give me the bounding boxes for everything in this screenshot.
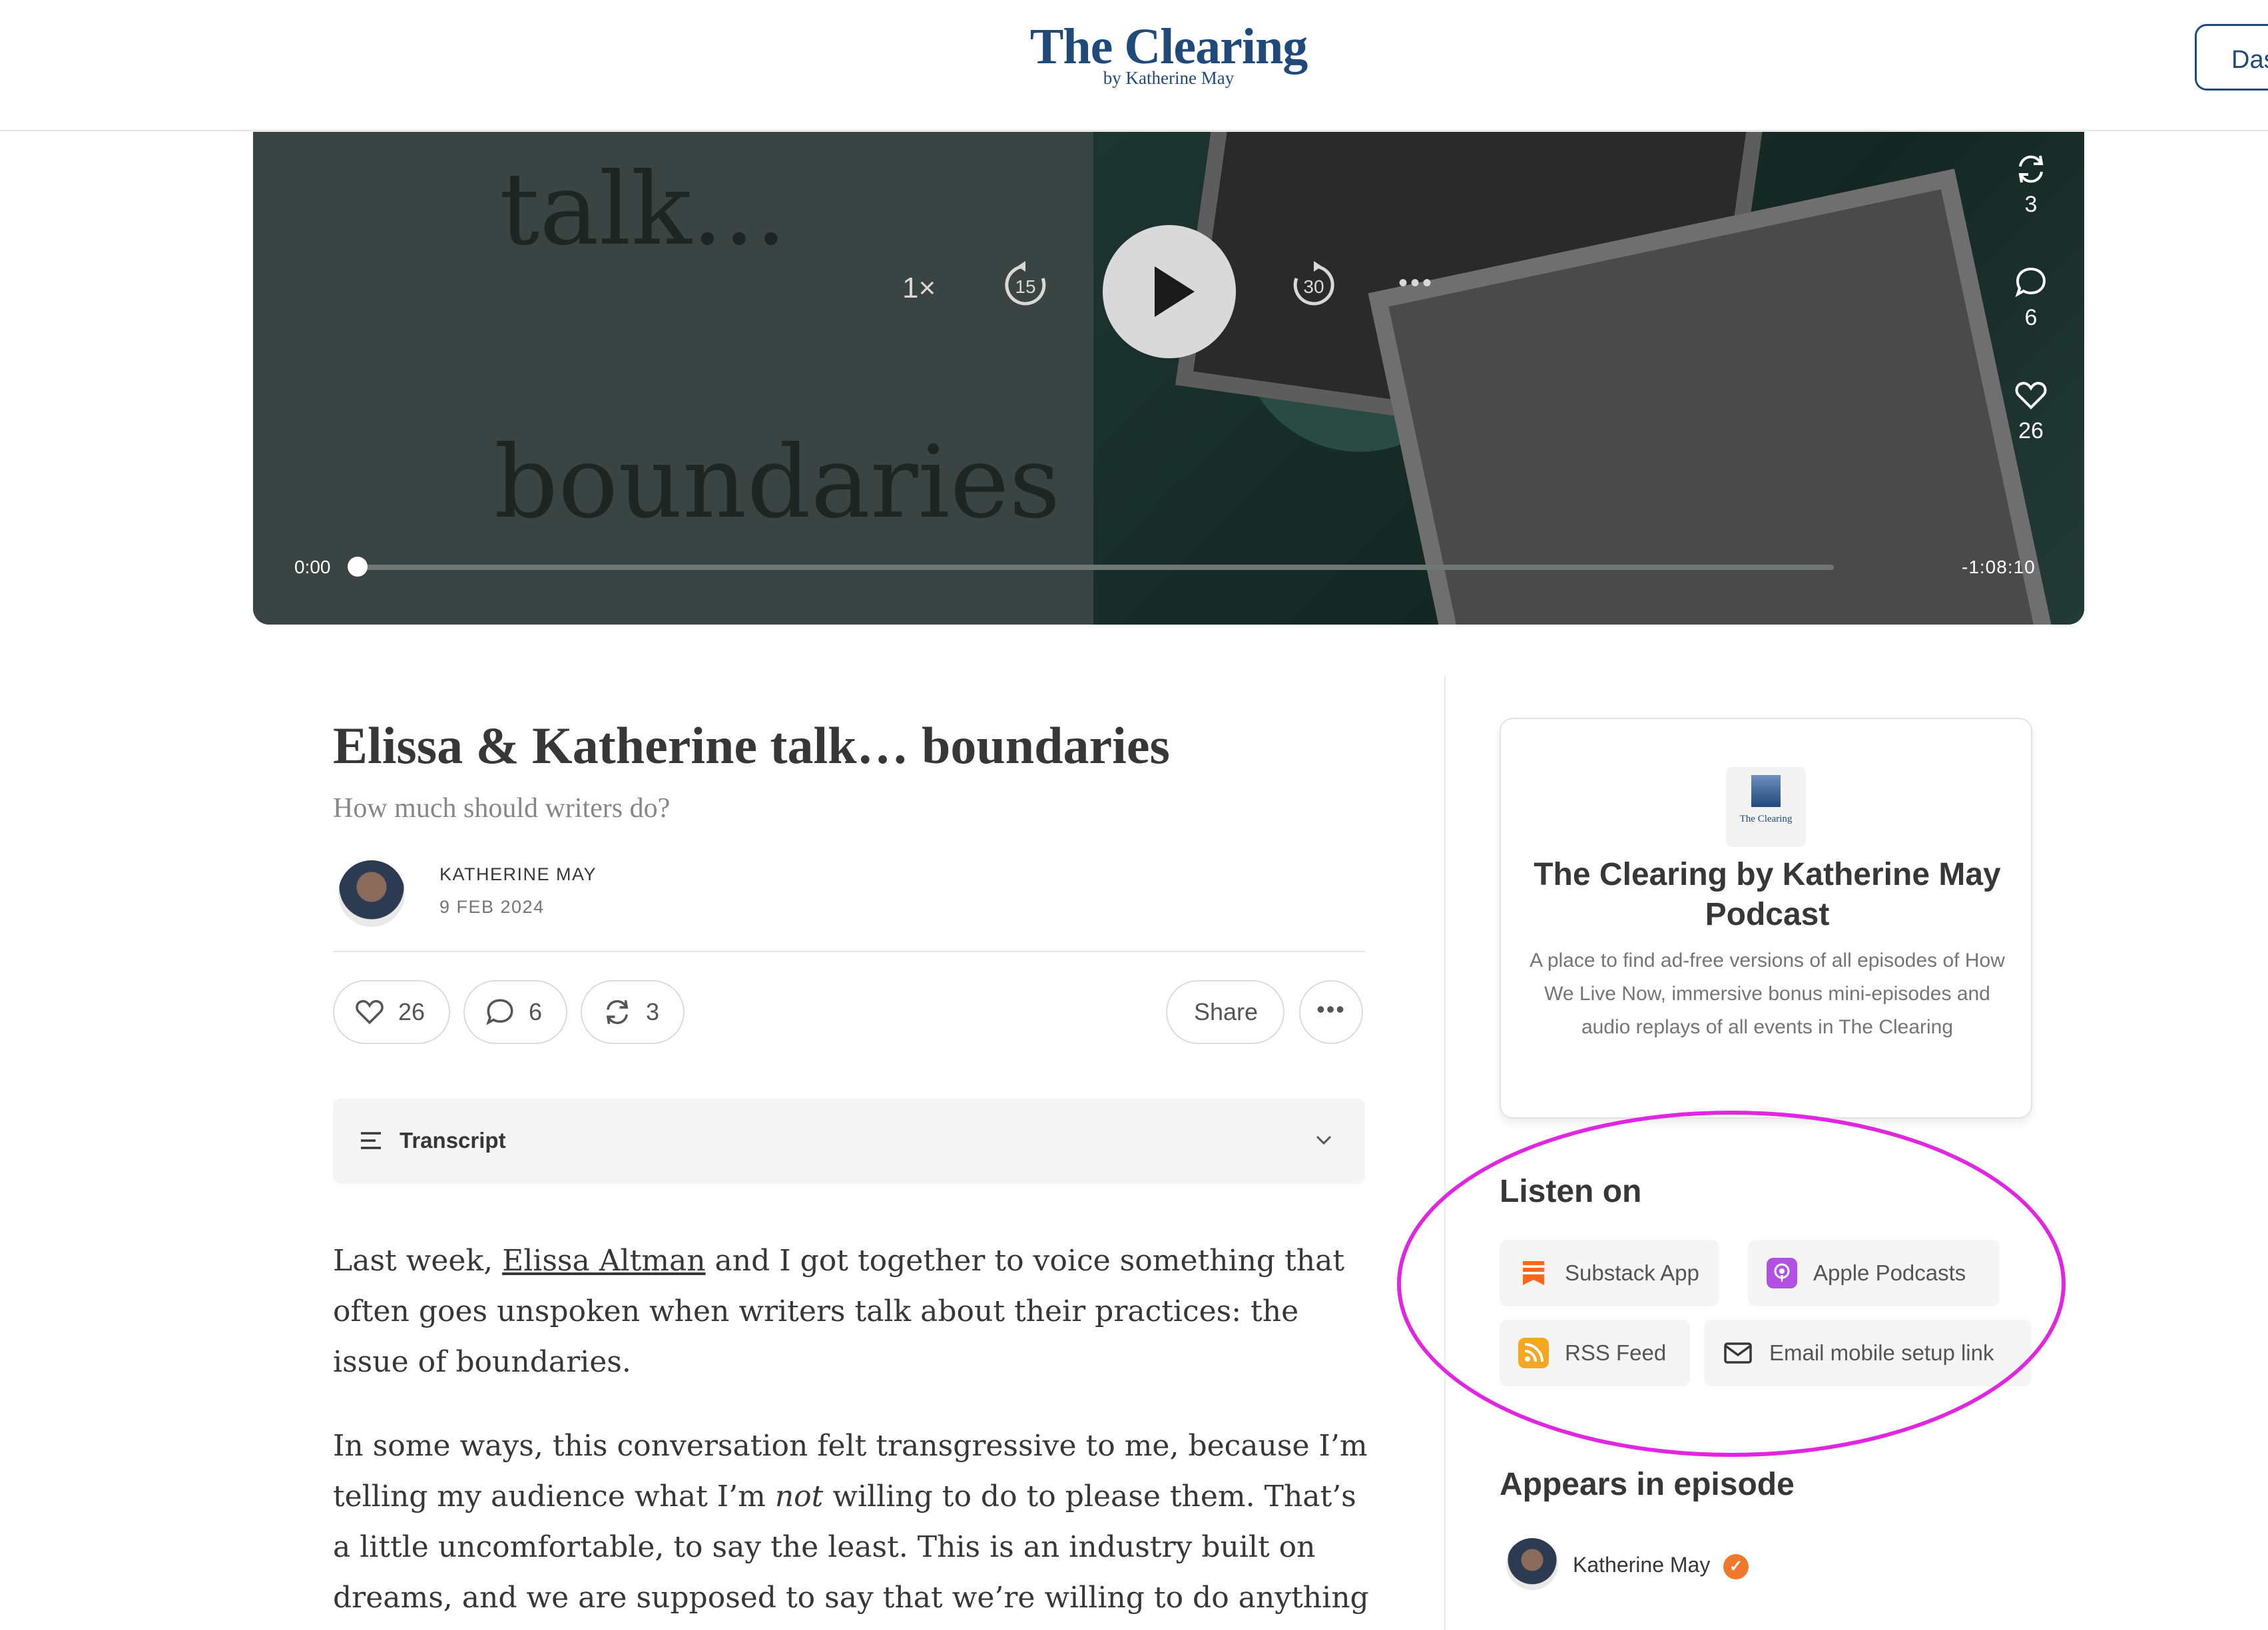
player-comment-count: 6 [2024,305,2038,330]
p1-start: Last week, [333,1244,503,1278]
post-date: 9 FEB 2024 [439,897,545,917]
restack-button[interactable]: 3 [581,980,685,1044]
restack-count: 3 [646,998,660,1025]
paragraph-1: Last week, Elissa Altman and I got toget… [333,1236,1372,1388]
heart-icon [2015,382,2047,409]
publication-logo[interactable]: The Clearing by Katherine May [1025,20,1312,89]
comment-button[interactable]: 6 [463,980,567,1044]
sidebar-divider [1444,676,1446,1630]
transcript-label: Transcript [400,1128,506,1153]
podcast-logo-text: The Clearing [1739,814,1793,824]
time-elapsed: 0:00 [294,557,331,577]
progress-knob[interactable] [348,557,368,577]
author-name[interactable]: KATHERINE MAY [439,864,597,885]
share-label: Share [1194,998,1259,1025]
post-subtitle: How much should writers do? [333,793,671,824]
logo-title: The Clearing [1029,19,1308,75]
podcast-card[interactable]: The Clearing The Clearing by Katherine M… [1500,718,2032,1119]
like-button[interactable]: 26 [333,980,450,1044]
player-restack-button[interactable]: 3 [1998,152,2064,218]
guest-name[interactable]: Katherine May [1573,1553,1710,1577]
podcast-description: A place to find ad-free versions of all … [1530,950,2005,1038]
progress-bar[interactable] [348,557,1834,577]
podcast-title: The Clearing by Katherine May Podcast [1534,857,2001,932]
dashboard-button[interactable]: Das [2195,24,2268,91]
player-more-button[interactable]: ••• [1398,268,1434,298]
player-like-button[interactable]: 26 [1998,378,2064,444]
player-restack-count: 3 [2024,192,2038,217]
cover-text-bottom: boundaries [494,425,1061,541]
comment-icon [2015,267,2046,298]
podcast-logo: The Clearing [1726,767,1806,847]
play-icon [1155,266,1195,317]
forward-seconds: 30 [1303,276,1324,297]
comment-icon [486,999,513,1025]
like-count: 26 [398,998,425,1025]
paragraph-2: In some ways, this conversation felt tra… [333,1421,1372,1630]
post-title: Elissa & Katherine talk… boundaries [333,716,1170,774]
time-remaining: -1:08:10 [1962,557,2036,577]
p2-emphasis: not [774,1480,824,1513]
highlight-annotation [1397,1111,2066,1457]
cover-text-top: talk... [499,152,787,268]
audio-player: talk... boundaries 1× 15 30 ••• 3 6 26 0… [253,132,2084,625]
chevron-down-icon [1316,1135,1332,1145]
author-avatar[interactable] [338,860,405,927]
podcast-logo-image [1751,775,1781,807]
top-bar: The Clearing by Katherine May Das [0,0,2268,131]
play-button[interactable] [1103,225,1236,358]
verified-icon: ✓ [1723,1554,1749,1579]
forward-30-icon[interactable]: 30 [1287,258,1340,312]
share-button[interactable]: Share [1166,980,1284,1044]
more-options-button[interactable]: ••• [1299,980,1363,1044]
transcript-toggle[interactable]: Transcript [333,1099,1365,1184]
repeat-icon [2018,155,2044,183]
player-like-count: 26 [2018,418,2044,443]
elissa-altman-link[interactable]: Elissa Altman [502,1244,705,1278]
comment-count: 6 [529,998,543,1025]
playback-speed-button[interactable]: 1× [902,272,936,305]
guest-avatar[interactable] [1506,1538,1558,1590]
rewind-seconds: 15 [1015,276,1035,297]
appears-in-episode-heading: Appears in episode [1500,1467,1795,1502]
rewind-15-icon[interactable]: 15 [999,258,1052,312]
divider [333,951,1365,952]
heart-icon [356,999,384,1025]
player-comment-button[interactable]: 6 [1998,265,2064,331]
transcript-lines-icon [361,1132,381,1149]
repeat-icon [606,999,629,1025]
